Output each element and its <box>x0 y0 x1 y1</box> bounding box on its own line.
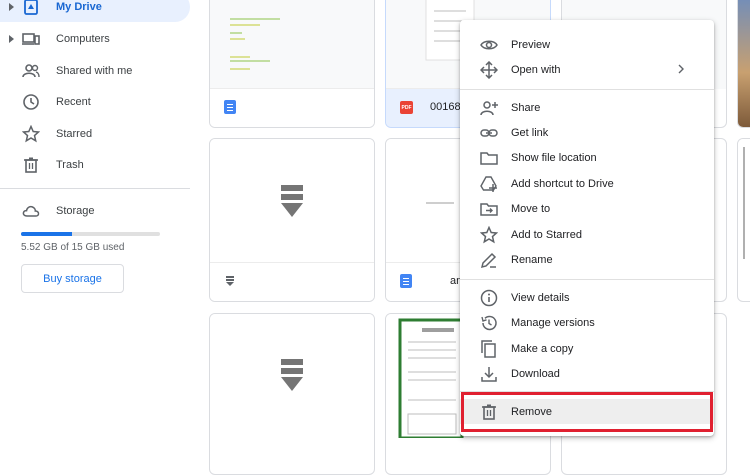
sidebar-item-label: Shared with me <box>56 65 133 77</box>
sidebar-item-recent[interactable]: Recent <box>0 87 190 117</box>
menu-item-label: Move to <box>511 202 551 215</box>
sidebar-item-trash[interactable]: Trash <box>0 150 190 180</box>
menu-item-label: Add to Starred <box>511 228 582 241</box>
menu-item-add-shortcut[interactable]: Add shortcut to Drive <box>460 171 714 196</box>
google-docs-icon <box>224 100 238 116</box>
storage-progress-fill <box>21 232 73 236</box>
file-card[interactable] <box>209 313 375 475</box>
download-icon <box>480 365 498 383</box>
file-thumbnail <box>210 314 374 438</box>
menu-item-label: Manage versions <box>511 316 595 329</box>
storage-usage-text: 5.52 GB of 15 GB used <box>21 242 125 253</box>
menu-item-preview[interactable]: Preview <box>460 32 714 57</box>
menu-item-label: Share <box>511 101 541 114</box>
sidebar-item-label: Trash <box>56 159 84 171</box>
sidebar-item-label: Starred <box>56 128 93 140</box>
computer-icon <box>22 30 40 48</box>
sidebar-item-label: Computers <box>56 33 110 45</box>
menu-item-add-to-starred[interactable]: Add to Starred <box>460 222 714 247</box>
drive-icon <box>22 0 40 16</box>
file-thumbnail <box>210 139 374 263</box>
expand-caret-icon[interactable] <box>9 35 14 43</box>
menu-item-share[interactable]: Share <box>460 95 714 120</box>
sidebar-divider <box>0 188 190 189</box>
storage-label: Storage <box>56 205 95 217</box>
trash-icon <box>22 156 40 174</box>
menu-item-label: Open with <box>511 63 561 76</box>
menu-item-label: View details <box>511 291 570 304</box>
storage-progress-bar <box>21 232 160 236</box>
sidebar: My Drive Computers Shared with me Recent… <box>0 0 190 456</box>
file-thumbnail <box>210 0 374 89</box>
file-card[interactable] <box>737 138 750 302</box>
archive-icon <box>281 185 303 217</box>
sidebar-item-my-drive[interactable]: My Drive <box>0 0 190 22</box>
history-icon <box>480 314 498 332</box>
menu-item-label: Rename <box>511 253 553 266</box>
chevron-right-icon <box>678 64 684 74</box>
menu-item-download[interactable]: Download <box>460 361 714 386</box>
move-arrows-icon <box>480 61 498 79</box>
add-person-icon <box>480 99 498 117</box>
copy-icon <box>480 340 498 358</box>
menu-item-label: Preview <box>511 38 551 51</box>
pdf-icon: PDF <box>400 101 414 117</box>
menu-separator <box>460 279 714 280</box>
file-card[interactable] <box>737 0 750 128</box>
menu-item-label: Make a copy <box>511 342 574 355</box>
google-docs-icon <box>400 274 414 290</box>
context-menu: Preview Open with Share Get link Show fi… <box>460 20 714 436</box>
info-icon <box>480 289 498 307</box>
file-card[interactable] <box>209 138 375 302</box>
sidebar-item-shared[interactable]: Shared with me <box>0 56 190 86</box>
buy-storage-button[interactable]: Buy storage <box>21 264 124 293</box>
people-icon <box>22 62 40 80</box>
menu-separator <box>460 89 714 90</box>
menu-item-get-link[interactable]: Get link <box>460 120 714 145</box>
eye-icon <box>480 36 498 54</box>
link-icon <box>480 124 498 142</box>
sidebar-item-label: My Drive <box>56 1 102 13</box>
sidebar-item-label: Recent <box>56 96 91 108</box>
archive-small-icon <box>226 276 240 292</box>
file-card[interactable] <box>209 0 375 128</box>
folder-icon <box>480 149 498 167</box>
cloud-icon <box>22 202 40 220</box>
archive-icon <box>281 359 303 391</box>
menu-item-label: Add shortcut to Drive <box>511 177 614 190</box>
star-icon <box>22 125 40 143</box>
menu-item-view-details[interactable]: View details <box>460 285 714 310</box>
sidebar-item-starred[interactable]: Starred <box>0 119 190 149</box>
star-outline-icon <box>480 226 498 244</box>
pencil-icon <box>480 251 498 269</box>
menu-item-label: Get link <box>511 126 549 139</box>
menu-item-label: Download <box>511 367 560 380</box>
file-card-footer <box>210 262 374 301</box>
move-to-icon <box>480 200 498 218</box>
menu-item-manage-versions[interactable]: Manage versions <box>460 310 714 335</box>
file-thumbnail <box>738 139 750 263</box>
menu-item-show-file-location[interactable]: Show file location <box>460 145 714 170</box>
menu-item-open-with[interactable]: Open with <box>460 57 714 82</box>
menu-item-move-to[interactable]: Move to <box>460 196 714 221</box>
image-thumbnail <box>738 0 750 127</box>
sidebar-item-computers[interactable]: Computers <box>0 24 190 54</box>
add-shortcut-icon <box>480 175 498 193</box>
clock-icon <box>22 93 40 111</box>
menu-item-make-a-copy[interactable]: Make a copy <box>460 336 714 361</box>
menu-item-label: Show file location <box>511 151 597 164</box>
expand-caret-icon[interactable] <box>9 3 14 11</box>
file-card-footer <box>210 88 374 127</box>
highlight-annotation-box <box>461 392 713 432</box>
menu-item-rename[interactable]: Rename <box>460 247 714 272</box>
